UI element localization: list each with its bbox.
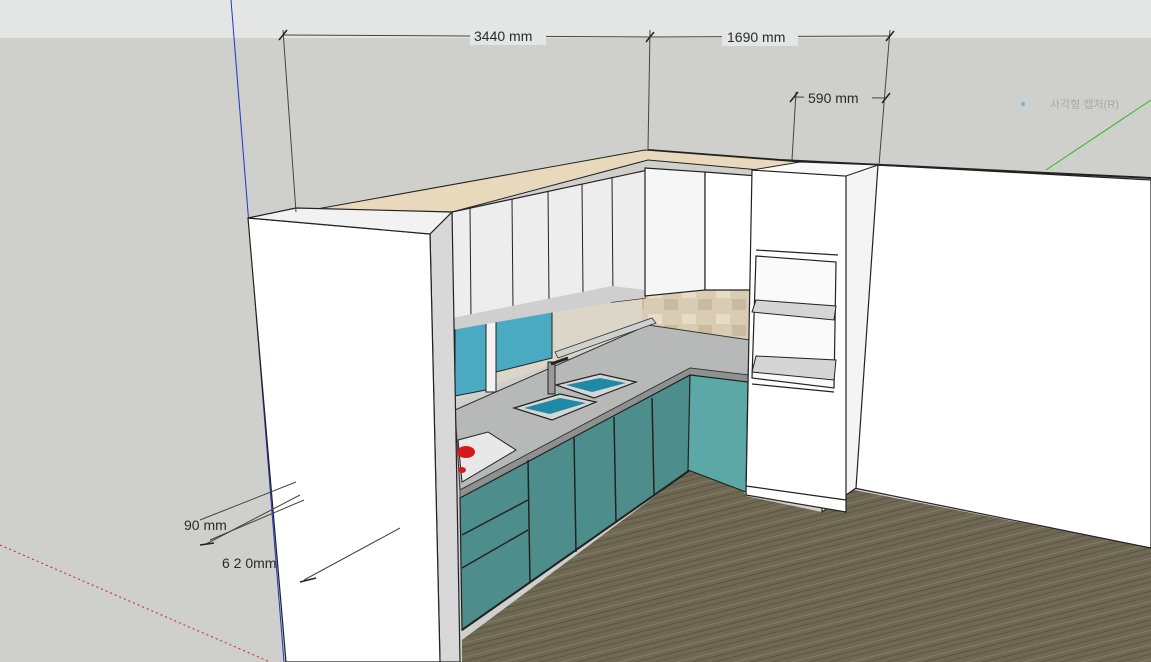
burner-icon xyxy=(458,467,466,473)
sky-background xyxy=(0,0,1151,38)
burner-icon xyxy=(457,446,475,458)
dimension-label: 590 mm xyxy=(808,90,859,106)
kitchen-3d-model[interactable]: 3440 mm 1690 mm 590 mm 90 mm 6 2 0mm 사각형… xyxy=(0,0,1151,662)
upper-corner-cabinet xyxy=(644,167,706,297)
window-frame xyxy=(485,315,497,393)
dimension-label: 1690 mm xyxy=(727,29,785,45)
dimension-label: 6 2 0mm xyxy=(222,555,276,571)
window-left xyxy=(454,317,487,397)
right-wall xyxy=(853,164,1151,549)
sketchup-viewport[interactable]: 3440 mm 1690 mm 590 mm 90 mm 6 2 0mm 사각형… xyxy=(0,0,1151,662)
faucet-icon xyxy=(547,361,556,395)
dimension-label: 3440 mm xyxy=(474,28,532,44)
dimension-label: 90 mm xyxy=(184,517,227,533)
svg-text:사각형 캡처(R): 사각형 캡처(R) xyxy=(1050,98,1119,111)
